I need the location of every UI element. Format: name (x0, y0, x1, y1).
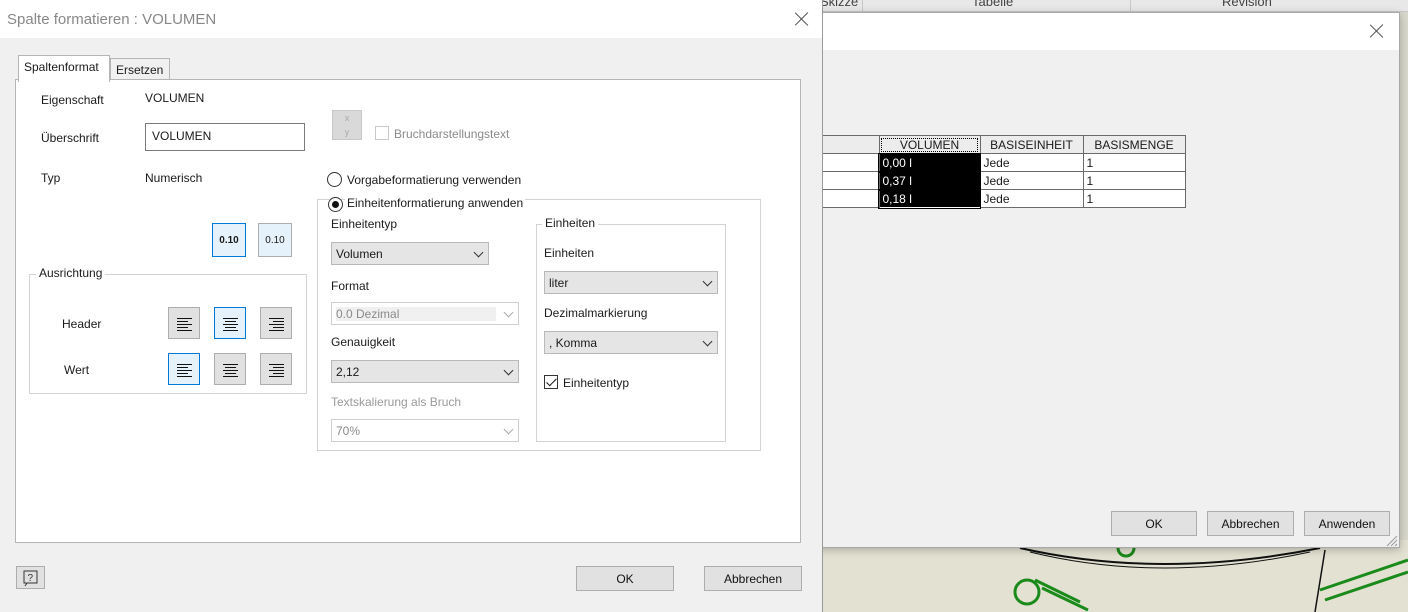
decimal-select[interactable]: , Komma (544, 331, 718, 354)
close-icon[interactable] (1370, 24, 1384, 38)
resize-grip-icon[interactable] (1385, 534, 1398, 547)
chevron-down-icon (473, 247, 484, 258)
table-header-cell (821, 135, 880, 154)
tab-spaltenformat[interactable]: Spaltenformat (18, 55, 110, 82)
cancel-button[interactable]: Abbrechen (1207, 511, 1294, 536)
type-label: Typ (41, 171, 61, 185)
number-format-button-2[interactable]: 0.10 (258, 223, 292, 257)
table-cell[interactable] (821, 189, 880, 208)
table-cell-basiseinheit[interactable]: Jede (979, 153, 1084, 172)
table-cell-volumen[interactable]: 0,18 l (878, 188, 981, 209)
value-align-left-button[interactable] (168, 353, 200, 385)
value-align-label: Wert (64, 363, 90, 377)
help-button[interactable]: ? (16, 566, 45, 589)
default-format-label: Vorgabeformatierung verwenden (347, 173, 522, 187)
dialog-title: Spalte formatieren : VOLUMEN (7, 11, 217, 28)
drawing-canvas (820, 540, 1408, 612)
column-revision: Revision (1222, 0, 1272, 9)
ok-button[interactable]: OK (576, 566, 674, 591)
fraction-text-label: Bruchdarstellungstext (394, 127, 510, 141)
table-cell-basiseinheit[interactable]: Jede (979, 171, 1084, 190)
units-group-title: Einheiten (542, 216, 599, 230)
units-select[interactable]: liter (544, 271, 718, 294)
ok-button[interactable]: OK (1111, 511, 1197, 536)
units-label: Einheiten (544, 246, 595, 260)
background-column-header: Skizze Tabelle Revision (820, 0, 1408, 12)
column-header-basismenge[interactable]: BASISMENGE (1082, 135, 1186, 154)
text-scale-value: 70% (336, 424, 361, 438)
unit-type-checkbox[interactable] (544, 375, 558, 389)
parts-list-titlebar (801, 13, 1399, 50)
tab-panel: Eigenschaft VOLUMEN Überschrift VOLUMEN … (15, 79, 801, 543)
text-scale-label: Textskalierung als Bruch (331, 395, 462, 409)
precision-label: Genauigkeit (331, 335, 396, 349)
text-scale-select[interactable]: 70% (331, 419, 519, 442)
format-label: Format (331, 279, 370, 293)
drawing-geometry (1013, 540, 1408, 612)
heading-label: Überschrift (41, 131, 100, 145)
value-align-center-button[interactable] (214, 353, 246, 385)
unit-format-label: Einheitenformatierung anwenden (345, 196, 526, 210)
heading-input[interactable]: VOLUMEN (145, 123, 305, 151)
table-cell[interactable] (821, 153, 880, 172)
dialog-titlebar: Spalte formatieren : VOLUMEN (0, 0, 822, 38)
cancel-button[interactable]: Abbrechen (704, 566, 802, 591)
default-format-radio[interactable] (327, 172, 342, 187)
unit-type-label: Einheitentyp (331, 217, 398, 231)
apply-button[interactable]: Anwenden (1304, 511, 1390, 536)
help-icon: ? (23, 570, 38, 587)
number-format-button-1[interactable]: 0.10 (212, 223, 246, 257)
column-tabelle: Tabelle (972, 0, 1014, 9)
svg-text:?: ? (28, 573, 34, 584)
table-row: 0,00 l Jede 1 (821, 152, 1186, 173)
table-row: 0,37 l Jede 1 (821, 170, 1186, 191)
decimal-value: , Komma (549, 336, 598, 350)
property-label: Eigenschaft (41, 93, 104, 107)
format-column-dialog: Spalte formatieren : VOLUMEN Spaltenform… (0, 0, 823, 612)
parts-list-dialog: VOLUMEN BASISEINHEIT BASISMENGE 0,00 l J… (800, 12, 1400, 548)
header-align-left-button[interactable] (168, 307, 200, 339)
chevron-down-icon (503, 424, 514, 435)
chevron-down-icon (702, 276, 713, 287)
table-cell-volumen[interactable]: 0,00 l (878, 152, 981, 173)
property-value: VOLUMEN (145, 91, 205, 105)
format-value: 0.0 Dezimal (336, 307, 496, 321)
column-skizze: Skizze (820, 0, 859, 9)
close-icon[interactable] (795, 12, 809, 26)
value-align-right-button[interactable] (260, 353, 292, 385)
table-cell-basiseinheit[interactable]: Jede (979, 189, 1084, 208)
chevron-down-icon (702, 336, 713, 347)
table-row: 0,18 l Jede 1 (821, 188, 1186, 209)
header-align-center-button[interactable] (214, 307, 246, 339)
unit-type-value: Volumen (336, 247, 383, 261)
table-header-row: VOLUMEN BASISEINHEIT BASISMENGE (821, 135, 1186, 154)
unit-type-select[interactable]: Volumen (331, 242, 489, 265)
chevron-down-icon (503, 307, 514, 318)
chevron-down-icon (503, 365, 514, 376)
header-align-label: Header (62, 317, 102, 331)
column-header-volumen[interactable]: VOLUMEN (878, 135, 981, 154)
alignment-title: Ausrichtung (36, 266, 106, 280)
table-cell[interactable] (821, 171, 880, 190)
unit-format-group: Einheitenformatierung anwenden Einheiten… (317, 196, 761, 451)
table-cell-basismenge[interactable]: 1 (1082, 153, 1186, 172)
table-cell-basismenge[interactable]: 1 (1082, 189, 1186, 208)
alignment-group: Ausrichtung Header Wert (29, 266, 307, 394)
column-header-basiseinheit[interactable]: BASISEINHEIT (979, 135, 1084, 154)
table-cell-basismenge[interactable]: 1 (1082, 171, 1186, 190)
precision-value: 2,12 (336, 365, 360, 379)
header-align-right-button[interactable] (260, 307, 292, 339)
precision-select[interactable]: 2,12 (331, 360, 519, 383)
units-group: Einheiten Einheiten liter Dezimalmarkier… (536, 216, 726, 442)
decimal-label: Dezimalmarkierung (544, 306, 648, 320)
parts-list-table: VOLUMEN BASISEINHEIT BASISMENGE 0,00 l J… (821, 135, 1186, 209)
unit-type-check-label: Einheitentyp (563, 376, 630, 390)
type-value: Numerisch (145, 171, 203, 185)
units-value: liter (549, 276, 569, 290)
table-cell-volumen[interactable]: 0,37 l (878, 170, 981, 191)
fraction-text-checkbox[interactable] (375, 126, 389, 140)
unit-format-radio[interactable] (328, 197, 343, 212)
fraction-icon: xy (332, 110, 362, 140)
format-select[interactable]: 0.0 Dezimal (331, 302, 519, 325)
